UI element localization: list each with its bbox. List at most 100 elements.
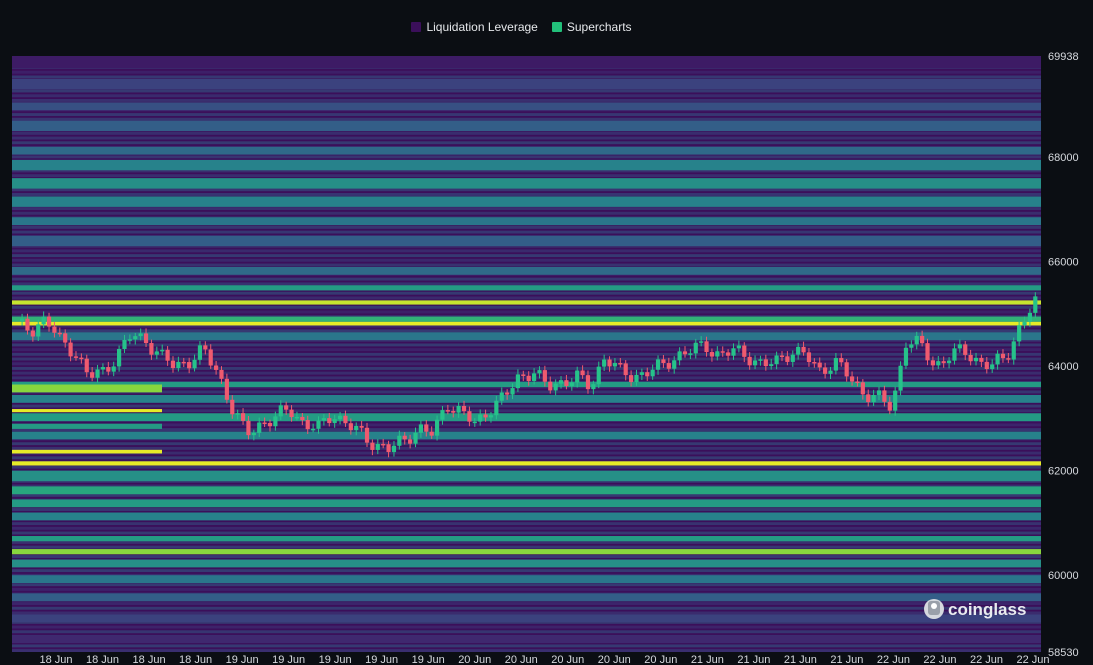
candle-body [348, 423, 353, 431]
candle-body [946, 360, 952, 364]
candle-body [1027, 312, 1033, 322]
coinglass-watermark: coinglass [924, 599, 1026, 619]
y-tick-label: 69938 [1048, 51, 1079, 63]
heatmap-stripe [12, 117, 1041, 121]
watermark-text: coinglass [948, 600, 1026, 619]
candle-body [973, 357, 979, 362]
candle-body [920, 335, 925, 344]
candle-body [127, 339, 132, 341]
candle-body [984, 361, 989, 370]
candle-body [763, 359, 768, 367]
x-tick-label: 19 Jun [365, 654, 398, 665]
candle-body [375, 443, 380, 450]
candle-body [569, 382, 574, 386]
y-tick-label: 60000 [1048, 570, 1079, 582]
heatmap-stripe [12, 442, 1041, 446]
candle-body [305, 420, 310, 430]
candle-body [311, 428, 316, 431]
candle-body [386, 444, 391, 453]
heatmap-stripe [12, 428, 1041, 432]
candle-body [337, 415, 343, 420]
candle-body [203, 345, 208, 350]
heatmap-stripe [12, 376, 1041, 380]
candle-body [176, 361, 181, 369]
candle-body [914, 335, 919, 345]
candle-body [575, 370, 580, 383]
candle-body [742, 345, 747, 357]
heatmap-band [12, 394, 1041, 403]
candle-body [887, 401, 892, 411]
candle-body [321, 418, 326, 421]
candle-body [327, 418, 332, 424]
heatmap-stripe [12, 531, 1041, 535]
y-tick-label: 58530 [1048, 647, 1079, 659]
candle-body [726, 352, 731, 356]
candle-body [790, 354, 795, 362]
candle-body [149, 343, 154, 355]
x-tick-label: 19 Jun [226, 654, 259, 665]
candle-body [429, 431, 434, 436]
candle-body [488, 415, 494, 418]
heatmap-stripe [12, 136, 1041, 140]
candle-body [866, 394, 871, 403]
heatmap-band [12, 159, 1041, 171]
x-tick-label: 19 Jun [319, 654, 352, 665]
candle-body [267, 422, 273, 427]
candle-body [515, 374, 521, 389]
candle-body [165, 349, 170, 361]
x-tick-label: 18 Jun [86, 654, 119, 665]
candle-body [359, 425, 364, 428]
candle-body [1006, 358, 1011, 360]
x-tick-label: 22 Jun [1016, 654, 1049, 665]
heatmap-stripe [12, 343, 1041, 347]
heatmap-stripe [12, 446, 1041, 450]
heatmap-band [12, 413, 1041, 422]
heatmap-stripe [12, 113, 1041, 116]
candle-body [278, 405, 283, 417]
candle-body [160, 349, 165, 352]
heatmap-stripe [12, 423, 1041, 427]
candle-body [343, 415, 348, 424]
liquidation-heatmap-chart[interactable]: 69938 68000 66000 64000 62000 60000 58530 18 J… [0, 0, 1093, 665]
candle-body [456, 405, 461, 413]
heatmap-stripe [12, 310, 1041, 314]
candle-body [963, 344, 968, 355]
candle-body [806, 352, 812, 363]
heatmap-band [12, 559, 1041, 568]
candle-body [111, 366, 116, 372]
candle-body [785, 356, 790, 362]
heatmap-band [12, 461, 1041, 466]
candle-body [715, 351, 720, 357]
candle-body [731, 348, 736, 356]
heatmap-band [12, 614, 1041, 623]
heatmap-stripe [12, 141, 1041, 145]
candle-body [596, 366, 601, 385]
candle-body [871, 394, 876, 403]
candle-body [214, 365, 219, 370]
heatmap-stripe [12, 371, 1041, 375]
candle-body [197, 345, 203, 360]
candle-body [855, 381, 860, 384]
candle-body [823, 367, 828, 374]
heatmap-early-band [12, 423, 162, 429]
candle-body [876, 390, 882, 395]
heatmap-band [12, 146, 1041, 155]
x-tick-label: 21 Jun [691, 654, 724, 665]
candle-body [736, 345, 741, 349]
candle-body [639, 372, 644, 375]
x-tick-label: 19 Jun [412, 654, 445, 665]
candle-body [25, 318, 30, 331]
heatmap-stripe [12, 649, 1041, 652]
candle-body [839, 358, 844, 363]
candle-body [284, 405, 289, 410]
candle-body [844, 362, 849, 377]
candle-body [499, 392, 504, 401]
candle-body [90, 372, 95, 378]
candle-body [558, 380, 564, 384]
heatmap-band [12, 266, 1041, 275]
candle-body [478, 414, 483, 422]
heatmap-stripe [12, 75, 1041, 79]
candle-body [117, 349, 122, 367]
x-tick-label: 18 Jun [179, 654, 212, 665]
candle-body [364, 427, 370, 443]
